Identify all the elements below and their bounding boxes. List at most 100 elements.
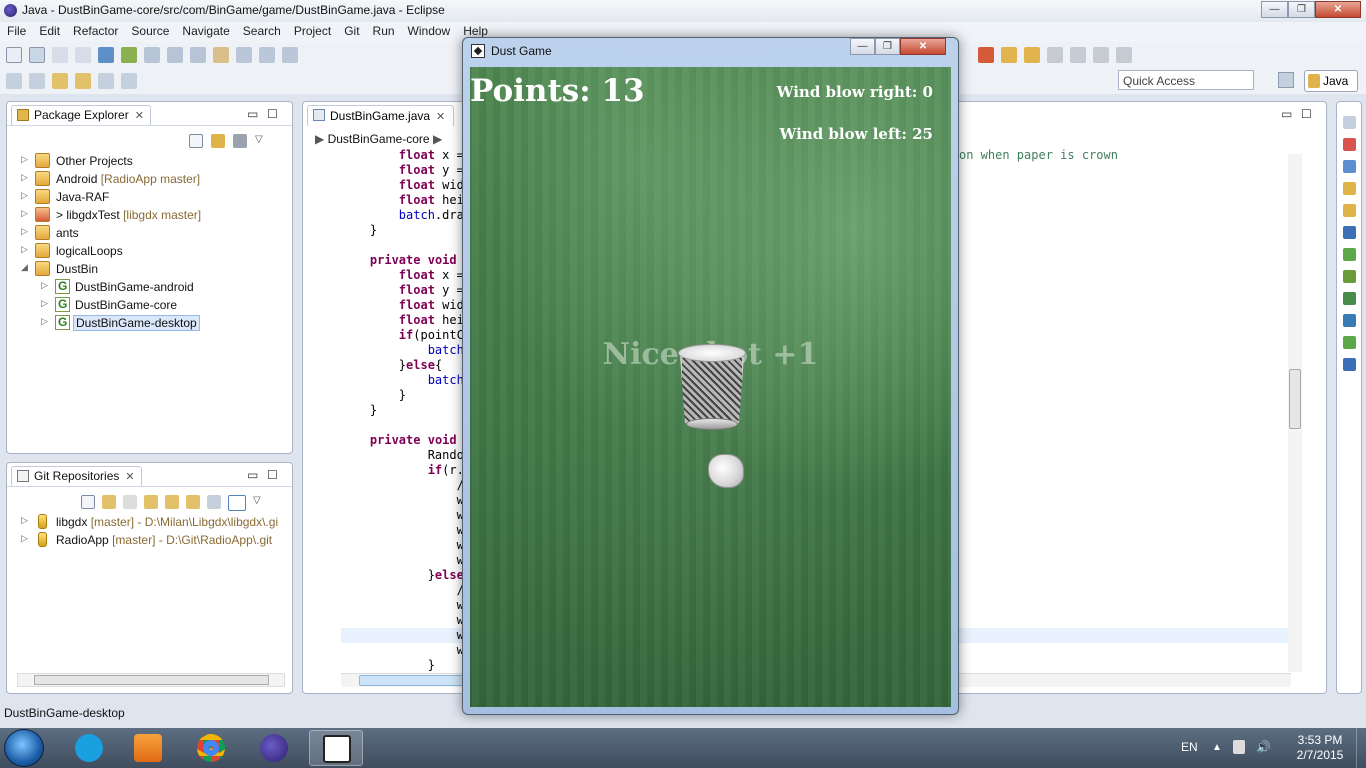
search-icon[interactable] <box>282 47 298 63</box>
close-tab-icon[interactable]: ✕ <box>135 110 144 122</box>
menu-file[interactable]: File <box>0 22 32 38</box>
expand-icon[interactable]: ▷ <box>21 172 31 183</box>
new-java-package-icon[interactable] <box>213 47 229 63</box>
view-filter-icon[interactable] <box>233 134 247 148</box>
print-icon[interactable] <box>75 47 91 63</box>
pin-editor-icon[interactable] <box>121 73 137 89</box>
show-desktop-button[interactable] <box>1356 728 1366 768</box>
download-icon[interactable] <box>1343 336 1356 349</box>
taskbar-dust-game[interactable] <box>309 730 363 766</box>
menu-source[interactable]: Source <box>124 22 175 38</box>
expand-icon[interactable]: ▷ <box>41 316 51 327</box>
hierarchy-icon[interactable] <box>207 495 221 509</box>
javadoc-icon[interactable] <box>1343 160 1356 173</box>
scrollbar-thumb[interactable] <box>1289 369 1301 429</box>
menu-run[interactable]: Run <box>366 22 401 38</box>
problems-icon[interactable] <box>1343 138 1356 151</box>
link-selection-icon[interactable] <box>186 495 200 509</box>
view-menu-icon[interactable]: ▽ <box>255 134 263 148</box>
language-indicator[interactable]: EN <box>1181 740 1198 754</box>
menu-edit[interactable]: Edit <box>32 22 66 38</box>
breadcrumb[interactable]: ▶ DustBinGame-core ▶ <box>315 132 442 146</box>
expand-icon[interactable]: ▷ <box>21 190 31 201</box>
maximize-button[interactable]: ❐ <box>1288 1 1315 18</box>
expand-icon[interactable]: ▷ <box>21 226 31 237</box>
menu-refactor[interactable]: Refactor <box>66 22 124 38</box>
new-icon[interactable] <box>6 47 22 63</box>
run-icon[interactable] <box>121 47 137 63</box>
game-minimize-button[interactable]: — <box>850 38 875 55</box>
git-push-icon[interactable] <box>167 47 183 63</box>
taskbar-media-player[interactable] <box>121 730 175 766</box>
show-hidden-icons-icon[interactable]: ▲ <box>1212 742 1222 753</box>
dust-game-window[interactable]: Dust Game — ❐ ✕ Points: 13 Wind blow rig… <box>462 37 959 715</box>
expand-icon[interactable]: ▷ <box>41 280 51 291</box>
expand-icon[interactable]: ▷ <box>21 533 31 544</box>
add-repo-icon[interactable] <box>102 495 116 509</box>
menu-help[interactable]: Help <box>456 22 494 38</box>
game-close-button[interactable]: ✕ <box>900 38 946 55</box>
expand-icon[interactable]: ▷ <box>21 208 31 219</box>
view-menu-icon[interactable]: ▽ <box>253 495 261 511</box>
expand-icon[interactable]: ▷ <box>21 154 31 165</box>
back-icon[interactable] <box>75 73 91 89</box>
save-all-icon[interactable] <box>52 47 68 63</box>
taskbar-skype[interactable] <box>62 730 116 766</box>
tab-dustbingame-java[interactable]: DustBinGame.java ✕ <box>307 105 455 126</box>
create-repo-icon[interactable] <box>144 495 158 509</box>
close-tab-icon[interactable]: ✕ <box>125 471 134 483</box>
maximize-view-icon[interactable]: ☐ <box>267 107 278 121</box>
quick-access-input[interactable]: Quick Access <box>1118 70 1254 90</box>
outline-icon[interactable] <box>1343 116 1356 129</box>
maximize-view-icon[interactable]: ☐ <box>267 468 278 482</box>
minimize-button[interactable]: — <box>1261 1 1288 18</box>
open-file-icon[interactable] <box>1024 47 1040 63</box>
brush-icon[interactable] <box>1093 47 1109 63</box>
menu-window[interactable]: Window <box>401 22 457 38</box>
close-button[interactable]: ✕ <box>1315 1 1361 18</box>
format-icon[interactable] <box>1116 47 1132 63</box>
open-perspective-icon[interactable] <box>1278 72 1294 88</box>
start-button[interactable] <box>4 729 44 767</box>
minimize-editor-icon[interactable]: ▭ <box>1281 107 1292 121</box>
scrollbar-thumb[interactable] <box>34 675 269 685</box>
taskbar-eclipse[interactable] <box>247 730 301 766</box>
open-type-icon[interactable] <box>259 47 275 63</box>
vertical-scrollbar[interactable] <box>1288 154 1302 672</box>
pen-icon[interactable] <box>1047 47 1063 63</box>
pin-icon[interactable] <box>1070 47 1086 63</box>
minimize-view-icon[interactable]: ▭ <box>247 107 258 121</box>
crumpled-paper-ball[interactable] <box>708 454 744 488</box>
clone-repo-icon[interactable] <box>123 495 137 509</box>
minimize-view-icon[interactable]: ▭ <box>247 468 258 482</box>
action-center-icon[interactable] <box>1233 740 1245 754</box>
horizontal-scrollbar[interactable] <box>17 673 285 687</box>
gradle-icon[interactable] <box>1343 270 1356 283</box>
tasks-icon[interactable] <box>1343 314 1356 327</box>
console-icon[interactable] <box>1343 226 1356 239</box>
last-edit-icon[interactable] <box>52 73 68 89</box>
expand-icon[interactable]: ▷ <box>21 515 31 526</box>
forward-icon[interactable] <box>98 73 114 89</box>
declaration-icon[interactable] <box>1343 182 1356 195</box>
menu-project[interactable]: Project <box>287 22 337 38</box>
run-config-icon[interactable] <box>978 47 994 63</box>
scrollbar-thumb[interactable] <box>359 675 469 686</box>
tab-git-repositories[interactable]: Git Repositories ✕ <box>11 466 142 486</box>
history-icon[interactable] <box>1343 358 1356 371</box>
search-view-icon[interactable] <box>1343 204 1356 217</box>
game-maximize-button[interactable]: ❐ <box>875 38 900 55</box>
new-class-icon[interactable] <box>236 47 252 63</box>
expand-icon[interactable]: ▷ <box>41 298 51 309</box>
open-folder-icon[interactable] <box>1001 47 1017 63</box>
expand-icon[interactable]: ▷ <box>21 244 31 255</box>
system-clock[interactable]: 3:53 PM 2/7/2015 <box>1290 733 1350 763</box>
external-tools-icon[interactable] <box>144 47 160 63</box>
java-perspective-button[interactable]: Java <box>1304 70 1358 92</box>
git-pull-icon[interactable] <box>190 47 206 63</box>
branch-icon[interactable] <box>228 495 246 511</box>
bug-icon[interactable] <box>1343 292 1356 305</box>
collapse-all-icon[interactable] <box>81 495 95 509</box>
progress-icon[interactable] <box>1343 248 1356 261</box>
menu-git[interactable]: Git <box>337 22 365 38</box>
